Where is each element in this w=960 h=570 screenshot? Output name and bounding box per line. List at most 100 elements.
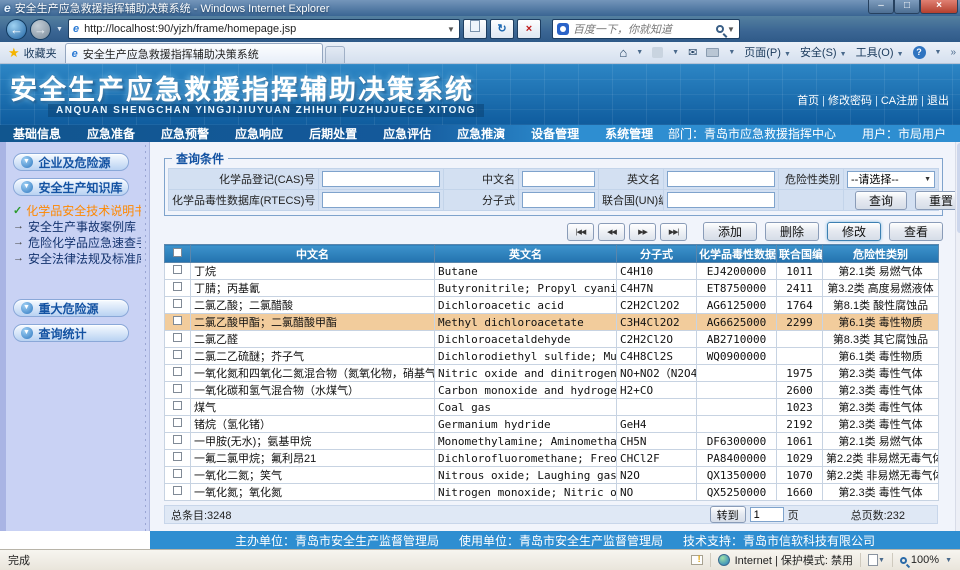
history-dropdown-icon[interactable]: ▼	[56, 26, 63, 33]
table-row[interactable]: 一氧化碳和氢气混合物（水煤气）Carbon monoxide and hydro…	[165, 382, 939, 399]
header-link[interactable]: CA注册	[881, 95, 918, 107]
sidebar-item[interactable]: →安全法律法规及标准库	[13, 250, 141, 266]
row-checkbox[interactable]	[173, 282, 182, 291]
header-link[interactable]: 修改密码	[828, 95, 872, 107]
feeds-icon[interactable]	[652, 47, 663, 58]
stop-button[interactable]: ×	[517, 19, 541, 39]
table-row[interactable]: 一氧化氮；氧化氮Nitrogen monoxide; Nitric oxideN…	[165, 484, 939, 501]
table-row[interactable]: 丁腈；丙基氰Butyronitrile; Propyl cyanideC4H7N…	[165, 280, 939, 297]
refresh-button[interactable]: ↻	[490, 19, 514, 39]
page-number-input[interactable]	[750, 507, 784, 522]
sidebar-item[interactable]: ✓化学品安全技术说明书	[13, 202, 141, 218]
sidebar-group-button[interactable]: ▼重大危险源	[13, 299, 129, 317]
search-icon[interactable]	[716, 25, 724, 33]
home-icon[interactable]: ⌂	[619, 45, 627, 60]
row-checkbox[interactable]	[173, 452, 182, 461]
search-dropdown-icon[interactable]: ▼	[727, 25, 735, 34]
print-icon[interactable]	[706, 48, 719, 57]
favorites-button[interactable]: ★ 收藏夹	[4, 43, 65, 63]
row-checkbox[interactable]	[173, 435, 182, 444]
reset-button[interactable]: 重置	[915, 191, 960, 210]
overflow-chevron-icon[interactable]: »	[950, 47, 956, 58]
table-row[interactable]: 一氧化氮和四氧化二氮混合物（氮氧化物，硝基气，氧化氮气体）Nitric oxid…	[165, 365, 939, 382]
feeds-dropdown-icon[interactable]: ▼	[672, 49, 679, 56]
compat-dropdown-icon[interactable]: ▼	[878, 557, 885, 564]
select-all-checkbox[interactable]	[173, 248, 182, 257]
header-link[interactable]: 退出	[927, 95, 949, 107]
sidebar-item[interactable]: →危险化学品应急速查手...	[13, 234, 141, 250]
query-input[interactable]	[522, 171, 595, 187]
table-row[interactable]: 一氧化二氮；笑气Nitrous oxide; Laughing gasN2OQX…	[165, 467, 939, 484]
query-input[interactable]	[322, 171, 440, 187]
nav-item[interactable]: 应急评估	[370, 125, 444, 142]
back-button[interactable]: ←	[6, 19, 27, 40]
help-dropdown-icon[interactable]: ▼	[935, 49, 942, 56]
nav-item[interactable]: 应急准备	[74, 125, 148, 142]
forward-button[interactable]: →	[30, 19, 51, 40]
view-button[interactable]: 查看	[889, 222, 943, 241]
nav-item[interactable]: 后期处置	[296, 125, 370, 142]
maximize-button[interactable]: □	[894, 0, 920, 14]
command-bar-item[interactable]: 工具(O) ▼	[856, 44, 904, 60]
pager-next-button[interactable]: ▶▶	[629, 223, 656, 241]
delete-button[interactable]: 删除	[765, 222, 819, 241]
zoom-icon[interactable]	[900, 557, 907, 564]
query-input[interactable]	[522, 192, 595, 208]
row-checkbox[interactable]	[173, 367, 182, 376]
compat-status-icon[interactable]	[868, 554, 878, 566]
row-checkbox[interactable]	[173, 384, 182, 393]
row-checkbox[interactable]	[173, 401, 182, 410]
row-checkbox[interactable]	[173, 333, 182, 342]
table-row[interactable]: 煤气Coal gas1023第2.3类 毒性气体	[165, 399, 939, 416]
add-button[interactable]: 添加	[703, 222, 757, 241]
query-input[interactable]	[667, 171, 775, 187]
sidebar-splitter[interactable]	[141, 142, 150, 531]
pager-last-button[interactable]: ▶▶|	[660, 223, 687, 241]
modify-button[interactable]: 修改	[827, 222, 881, 241]
table-row[interactable]: 二氯乙酸甲酯；二氯醋酸甲酯Methyl dichloroacetateC3H4C…	[165, 314, 939, 331]
header-link[interactable]: 首页	[797, 95, 819, 107]
nav-item[interactable]: 系统管理	[592, 125, 666, 142]
address-dropdown-icon[interactable]: ▼	[447, 25, 455, 34]
pager-first-button[interactable]: |◀◀	[567, 223, 594, 241]
search-input[interactable]: 百度一下，你就知道 ▼	[552, 19, 740, 39]
row-checkbox[interactable]	[173, 418, 182, 427]
table-row[interactable]: 锗烷（氢化锗）Germanium hydrideGeH42192第2.3类 毒性…	[165, 416, 939, 433]
content-scrollbar[interactable]	[955, 142, 960, 531]
notification-icon[interactable]	[691, 555, 703, 565]
query-input[interactable]	[322, 192, 440, 208]
home-dropdown-icon[interactable]: ▼	[636, 49, 643, 56]
table-row[interactable]: 一氟二氯甲烷；氟利昂21Dichlorofluoromethane; Freon…	[165, 450, 939, 467]
nav-item[interactable]: 应急预警	[148, 125, 222, 142]
table-row[interactable]: 二氯乙醛DichloroacetaldehydeC2H2Cl2OAB271000…	[165, 331, 939, 348]
browser-tab[interactable]: e 安全生产应急救援指挥辅助决策系统	[65, 43, 323, 63]
minimize-button[interactable]: –	[868, 0, 894, 14]
pager-prev-button[interactable]: ◀◀	[598, 223, 625, 241]
sidebar-item[interactable]: →安全生产事故案例库	[13, 218, 141, 234]
address-input[interactable]: e http://localhost:90/yjzh/frame/homepag…	[68, 19, 460, 39]
hazard-class-select[interactable]: --请选择--▼	[847, 171, 935, 188]
sidebar-group-button[interactable]: ▼查询统计	[13, 324, 129, 342]
print-dropdown-icon[interactable]: ▼	[728, 49, 735, 56]
table-row[interactable]: 一甲胺(无水)；氨基甲烷Monomethylamine; Aminomethan…	[165, 433, 939, 450]
row-checkbox[interactable]	[173, 316, 182, 325]
nav-item[interactable]: 设备管理	[518, 125, 592, 142]
sidebar-group-button[interactable]: ▼企业及危险源	[13, 153, 129, 171]
table-row[interactable]: 丁烷ButaneC4H10EJ42000001011第2.1类 易燃气体	[165, 263, 939, 280]
nav-item[interactable]: 应急推演	[444, 125, 518, 142]
close-button[interactable]: ×	[920, 0, 958, 14]
zoom-dropdown-icon[interactable]: ▼	[945, 557, 952, 564]
row-checkbox[interactable]	[173, 350, 182, 359]
nav-item[interactable]: 应急响应	[222, 125, 296, 142]
table-row[interactable]: 二氯二乙硫醚；芥子气Dichlorodiethyl sulfide; Musta…	[165, 348, 939, 365]
help-icon[interactable]: ?	[913, 46, 926, 59]
row-checkbox[interactable]	[173, 469, 182, 478]
new-tab-button[interactable]	[325, 46, 345, 63]
command-bar-item[interactable]: 页面(P) ▼	[744, 44, 791, 60]
row-checkbox[interactable]	[173, 299, 182, 308]
command-bar-item[interactable]: 安全(S) ▼	[800, 44, 847, 60]
nav-item[interactable]: 基础信息	[0, 125, 74, 142]
compatibility-view-button[interactable]	[463, 19, 487, 39]
row-checkbox[interactable]	[173, 265, 182, 274]
search-button[interactable]: 查询	[855, 191, 907, 210]
